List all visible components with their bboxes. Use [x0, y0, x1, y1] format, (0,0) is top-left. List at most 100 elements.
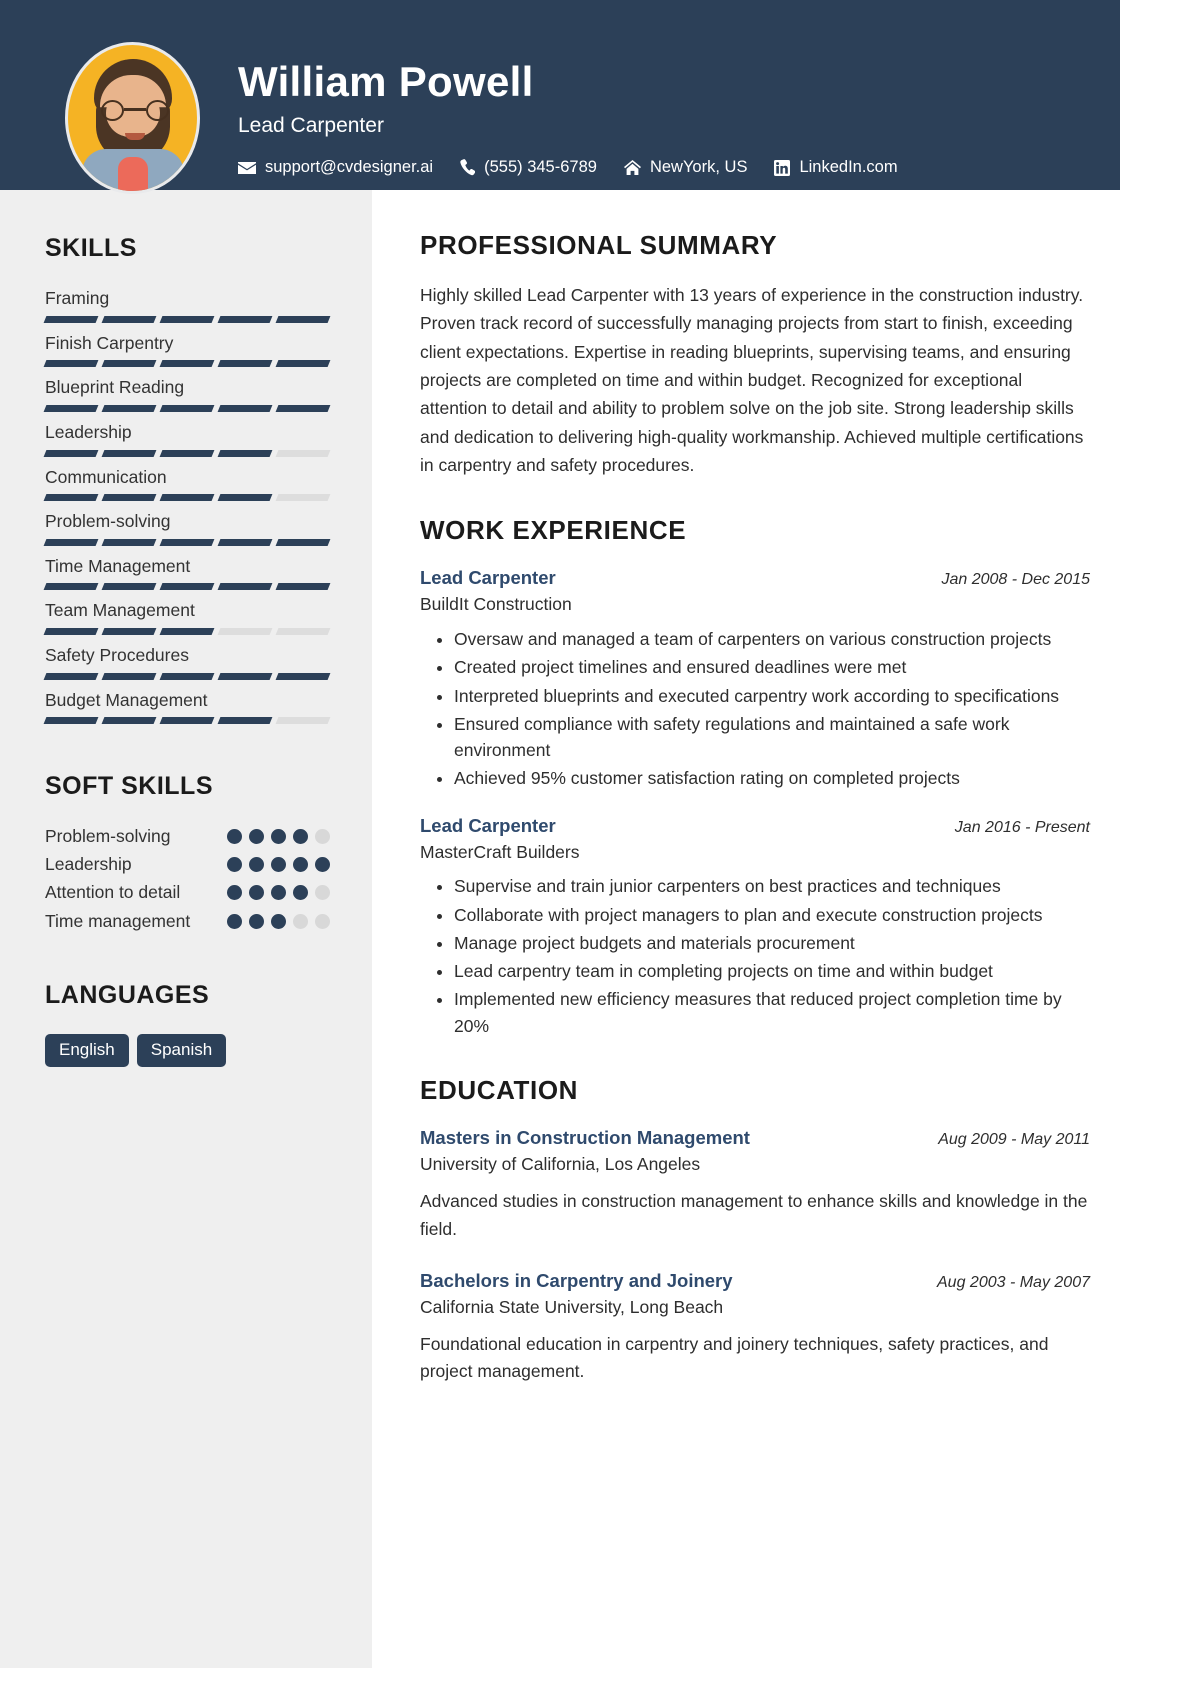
contact-linkedin[interactable]: LinkedIn.com — [774, 158, 898, 177]
skill-level-bar — [43, 583, 331, 591]
skill-item: Communication — [43, 466, 331, 502]
education-entry-head: Masters in Construction Management Aug 2… — [420, 1126, 1090, 1150]
job-title: Lead Carpenter — [420, 567, 556, 589]
skill-level-bar — [43, 494, 331, 502]
skill-segment — [101, 360, 157, 368]
skill-segment — [217, 717, 273, 725]
job-bullet: Created project timelines and ensured de… — [454, 654, 1090, 680]
rating-dot — [315, 829, 330, 845]
soft-skills-heading: SOFT SKILLS — [45, 772, 213, 801]
skill-segment — [43, 672, 99, 680]
skill-item: Framing — [43, 287, 331, 323]
contact-linkedin-text: LinkedIn.com — [799, 158, 898, 177]
skill-label: Finish Carpentry — [45, 332, 174, 353]
skill-segment — [217, 494, 273, 502]
job-company: MasterCraft Builders — [420, 841, 580, 862]
skill-item: Finish Carpentry — [43, 332, 331, 368]
linkedin-icon — [774, 159, 791, 176]
skill-item: Team Management — [43, 599, 331, 635]
soft-skill-label: Attention to detail — [45, 882, 181, 903]
contact-phone-text: (555) 345-6789 — [484, 158, 597, 177]
degree-date: Aug 2003 - May 2007 — [937, 1273, 1090, 1291]
languages-heading: LANGUAGES — [45, 980, 210, 1009]
experience-entry: Lead Carpenter Jan 2008 - Dec 2015 Build… — [420, 566, 1090, 791]
job-bullet: Lead carpentry team in completing projec… — [454, 958, 1090, 984]
avatar-glasses-bridge — [124, 108, 146, 111]
avatar — [65, 42, 200, 194]
skill-segment — [43, 628, 99, 635]
avatar-collar — [118, 157, 148, 191]
skill-segment — [101, 494, 157, 502]
soft-skill-rating — [227, 853, 330, 873]
skill-level-bar — [43, 538, 331, 546]
contact-location[interactable]: NewYork, US — [623, 158, 748, 177]
contact-email[interactable]: support@cvdesigner.ai — [238, 158, 433, 177]
rating-dot — [227, 913, 242, 929]
skill-level-bar — [43, 628, 331, 635]
skill-segment — [101, 315, 157, 323]
resume-page: William Powell Lead Carpenter support@cv… — [0, 0, 1120, 1668]
skill-segment — [101, 672, 157, 680]
skill-segment — [43, 449, 99, 457]
skill-label: Team Management — [45, 600, 195, 621]
skill-level-bar — [43, 315, 331, 323]
job-company: BuildIt Construction — [420, 594, 572, 615]
summary-heading: PROFESSIONAL SUMMARY — [420, 230, 778, 260]
experience-entry-head: Lead Carpenter Jan 2008 - Dec 2015 — [420, 566, 1090, 590]
experience-entry: Lead Carpenter Jan 2016 - Present Master… — [420, 814, 1090, 1039]
skill-segment — [159, 583, 215, 591]
job-bullets: Oversaw and managed a team of carpenters… — [420, 626, 1090, 792]
skill-segment — [217, 360, 273, 368]
soft-skill-rating — [227, 910, 330, 929]
skill-item: Safety Procedures — [43, 644, 331, 680]
soft-skill-item: Leadership — [45, 853, 330, 876]
skill-label: Communication — [45, 466, 167, 487]
skill-segment — [101, 449, 157, 457]
skill-segment — [43, 717, 99, 725]
skill-segment — [217, 538, 273, 546]
skill-label: Problem-solving — [45, 511, 171, 532]
skill-segment — [159, 628, 215, 635]
rating-dot — [315, 885, 330, 901]
degree-title: Bachelors in Carpentry and Joinery — [420, 1269, 733, 1291]
skill-segment — [101, 628, 157, 635]
skill-segment — [275, 583, 331, 591]
skill-segment — [217, 672, 273, 680]
degree-description: Advanced studies in construction managem… — [420, 1191, 1088, 1239]
school-name: California State University, Long Beach — [420, 1296, 724, 1317]
home-icon — [623, 159, 641, 176]
skill-segment — [275, 672, 331, 680]
avatar-photo — [65, 42, 200, 194]
skill-segment — [43, 404, 99, 412]
rating-dot — [227, 829, 242, 845]
avatar-glasses-left — [101, 100, 124, 121]
rating-dot — [293, 857, 308, 873]
rating-dot — [293, 913, 308, 929]
skill-level-bar — [43, 717, 331, 725]
skill-segment — [159, 449, 215, 457]
skill-label: Framing — [45, 288, 110, 308]
education-entry: Masters in Construction Management Aug 2… — [420, 1126, 1090, 1243]
contact-location-text: NewYork, US — [649, 158, 748, 177]
skill-segment — [217, 315, 273, 323]
skill-label: Safety Procedures — [45, 645, 189, 665]
job-bullet: Oversaw and managed a team of carpenters… — [454, 626, 1090, 652]
job-date: Jan 2016 - Present — [954, 818, 1090, 836]
soft-skill-item: Attention to detail — [45, 881, 330, 904]
soft-skill-label: Time management — [45, 910, 191, 931]
skill-segment — [159, 360, 215, 368]
resume-header: William Powell Lead Carpenter support@cv… — [0, 0, 1120, 194]
degree-description: Foundational education in carpentry and … — [420, 1334, 1049, 1382]
contact-phone[interactable]: (555) 345-6789 — [460, 158, 597, 177]
skill-label: Blueprint Reading — [45, 377, 185, 398]
soft-skill-rating — [227, 825, 330, 845]
skill-segment — [217, 449, 273, 457]
school-name: University of California, Los Angeles — [420, 1153, 701, 1174]
skill-item: Leadership — [43, 421, 331, 457]
skill-segment — [217, 628, 273, 635]
skill-segment — [159, 717, 215, 725]
rating-dot — [249, 857, 264, 873]
envelope-icon — [238, 161, 256, 175]
candidate-name: William Powell — [238, 58, 534, 105]
avatar-glasses-right — [146, 100, 169, 121]
